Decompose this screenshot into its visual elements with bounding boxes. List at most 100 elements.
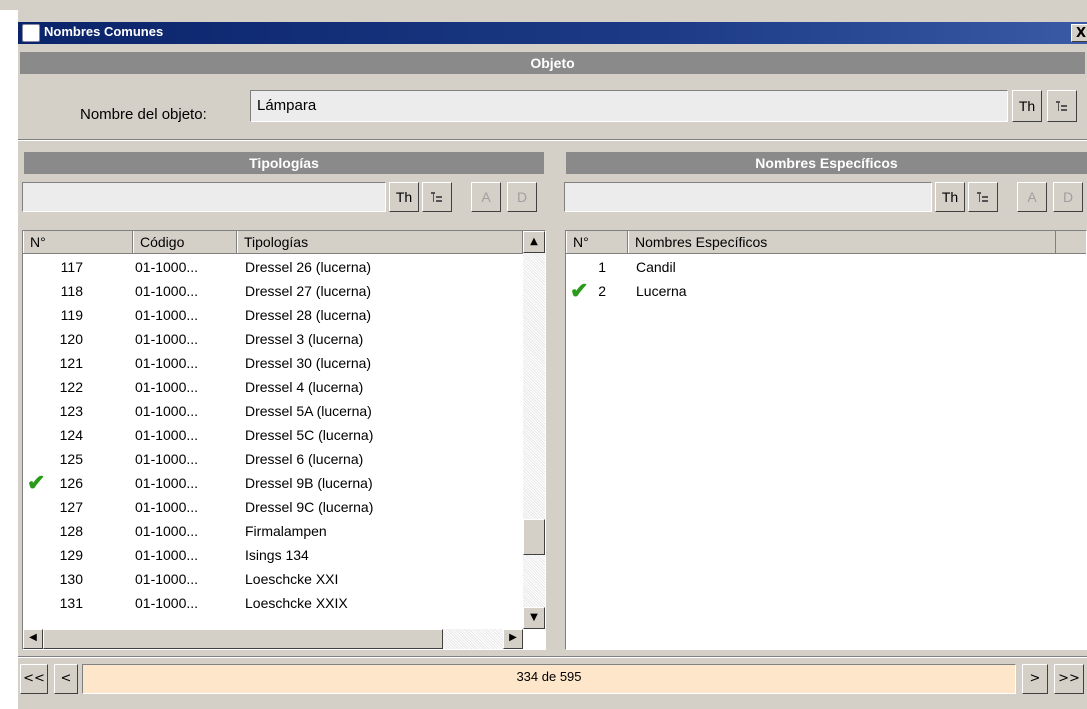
table-row[interactable]: 118 01-1000... Dressel 27 (lucerna) bbox=[23, 279, 523, 303]
especificos-add-button[interactable]: A bbox=[1017, 182, 1047, 212]
row-tipologia: Dressel 3 (lucerna) bbox=[245, 331, 364, 347]
row-tipologia: Dressel 26 (lucerna) bbox=[245, 259, 372, 275]
table-row[interactable]: 121 01-1000... Dressel 30 (lucerna) bbox=[23, 351, 523, 375]
row-tipologia: Dressel 28 (lucerna) bbox=[245, 307, 372, 323]
row-codigo: 01-1000... bbox=[135, 283, 199, 299]
object-th-button[interactable]: Th bbox=[1012, 90, 1042, 122]
row-tipologia: Dressel 4 (lucerna) bbox=[245, 379, 364, 395]
tipologias-vscroll[interactable]: ▲ ▼ bbox=[523, 231, 545, 629]
first-page-button[interactable]: << bbox=[20, 664, 48, 694]
scroll-up-arrow-icon[interactable]: ▲ bbox=[523, 231, 545, 253]
row-codigo: 01-1000... bbox=[135, 331, 199, 347]
tipologias-delete-button[interactable]: D bbox=[507, 182, 537, 212]
tipologias-hscroll[interactable]: ◀ ▶ bbox=[23, 629, 523, 649]
scroll-down-arrow-icon[interactable]: ▼ bbox=[523, 607, 545, 629]
table-row[interactable]: 117 01-1000... Dressel 26 (lucerna) bbox=[23, 255, 523, 279]
hscroll-thumb[interactable] bbox=[43, 629, 443, 649]
window-body: Objeto Nombre del objeto: Lámpara Th Tip… bbox=[18, 44, 1087, 709]
scroll-thumb[interactable] bbox=[523, 519, 545, 555]
table-row[interactable]: 123 01-1000... Dressel 5A (lucerna) bbox=[23, 399, 523, 423]
scroll-left-arrow-icon[interactable]: ◀ bbox=[23, 629, 43, 649]
table-row[interactable]: 127 01-1000... Dressel 9C (lucerna) bbox=[23, 495, 523, 519]
objeto-header: Objeto bbox=[20, 52, 1085, 74]
especificos-table-header: N° Nombres Específicos bbox=[566, 231, 1086, 254]
row-codigo: 01-1000... bbox=[135, 355, 199, 371]
table-row[interactable]: 129 01-1000... Isings 134 bbox=[23, 543, 523, 567]
col-number[interactable]: N° bbox=[23, 231, 133, 253]
object-name-label: Nombre del objeto: bbox=[80, 106, 207, 123]
row-number: 128 bbox=[59, 523, 83, 539]
table-row[interactable]: 120 01-1000... Dressel 3 (lucerna) bbox=[23, 327, 523, 351]
row-nombre: Lucerna bbox=[636, 283, 687, 299]
especificos-search-field[interactable] bbox=[564, 182, 932, 212]
especificos-th-button[interactable]: Th bbox=[935, 182, 965, 212]
row-tipologia: Loeschcke XXIX bbox=[245, 595, 348, 611]
window-title: Nombres Comunes bbox=[44, 24, 164, 39]
row-number: 124 bbox=[59, 427, 83, 443]
tipologias-table: N° Código Tipologías 117 01-1000... Dresse… bbox=[22, 230, 546, 650]
row-tipologia: Dressel 5A (lucerna) bbox=[245, 403, 372, 419]
tipologias-tree-button[interactable] bbox=[422, 182, 452, 212]
row-number: 1 bbox=[598, 259, 606, 275]
row-codigo: 01-1000... bbox=[135, 523, 199, 539]
table-row[interactable]: 125 01-1000... Dressel 6 (lucerna) bbox=[23, 447, 523, 471]
row-codigo: 01-1000... bbox=[135, 307, 199, 323]
row-number: 120 bbox=[59, 331, 83, 347]
tipologias-th-button[interactable]: Th bbox=[389, 182, 419, 212]
row-codigo: 01-1000... bbox=[135, 475, 199, 491]
hscroll-track bbox=[443, 629, 503, 649]
col-codigo[interactable]: Código bbox=[133, 231, 237, 253]
row-tipologia: Dressel 5C (lucerna) bbox=[245, 427, 374, 443]
row-number: 129 bbox=[59, 547, 83, 563]
object-name-field[interactable]: Lámpara bbox=[250, 90, 1008, 122]
row-codigo: 01-1000... bbox=[135, 259, 199, 275]
row-number: 126 bbox=[59, 475, 83, 491]
table-row[interactable]: 122 01-1000... Dressel 4 (lucerna) bbox=[23, 375, 523, 399]
table-row[interactable]: 119 01-1000... Dressel 28 (lucerna) bbox=[23, 303, 523, 327]
col-tipologias[interactable]: Tipologías bbox=[237, 231, 523, 253]
row-codigo: 01-1000... bbox=[135, 403, 199, 419]
table-row[interactable]: ✔ 126 01-1000... Dressel 9B (lucerna) bbox=[23, 471, 523, 495]
table-row[interactable]: 128 01-1000... Firmalampen bbox=[23, 519, 523, 543]
scroll-right-arrow-icon[interactable]: ▶ bbox=[503, 629, 523, 649]
window-edge bbox=[0, 10, 18, 709]
row-number: 130 bbox=[59, 571, 83, 587]
table-row[interactable]: 124 01-1000... Dressel 5C (lucerna) bbox=[23, 423, 523, 447]
especificos-table: N° Nombres Específicos 1 Candil ✔ 2 Lucerna bbox=[565, 230, 1087, 650]
especificos-tree-button[interactable] bbox=[968, 182, 998, 212]
table-row[interactable]: 130 01-1000... Loeschcke XXI bbox=[23, 567, 523, 591]
table-row[interactable]: 131 01-1000... Loeschcke XXIX bbox=[23, 591, 523, 615]
row-number: 2 bbox=[598, 283, 606, 299]
col-number[interactable]: N° bbox=[566, 231, 628, 253]
app-icon bbox=[22, 24, 40, 42]
title-bar: Nombres Comunes X bbox=[18, 22, 1087, 44]
tree-icon bbox=[1054, 99, 1070, 113]
row-number: 127 bbox=[59, 499, 83, 515]
record-status: 334 de 595 bbox=[82, 664, 1016, 694]
close-button[interactable]: X bbox=[1071, 24, 1087, 42]
row-codigo: 01-1000... bbox=[135, 499, 199, 515]
next-page-button[interactable]: > bbox=[1022, 664, 1048, 694]
row-number: 119 bbox=[60, 307, 83, 323]
row-number: 125 bbox=[59, 451, 83, 467]
especificos-delete-button[interactable]: D bbox=[1053, 182, 1083, 212]
prev-page-button[interactable]: < bbox=[54, 664, 78, 694]
object-tree-button[interactable] bbox=[1047, 90, 1077, 122]
row-tipologia: Isings 134 bbox=[245, 547, 309, 563]
row-codigo: 01-1000... bbox=[135, 379, 199, 395]
row-tipologia: Dressel 6 (lucerna) bbox=[245, 451, 364, 467]
row-codigo: 01-1000... bbox=[135, 571, 199, 587]
row-codigo: 01-1000... bbox=[135, 451, 199, 467]
tipologias-add-button[interactable]: A bbox=[471, 182, 501, 212]
especificos-header: Nombres Específicos bbox=[566, 152, 1087, 174]
tree-icon bbox=[975, 190, 991, 204]
tipologias-search-field[interactable] bbox=[22, 182, 386, 212]
row-codigo: 01-1000... bbox=[135, 427, 199, 443]
row-tipologia: Dressel 9C (lucerna) bbox=[245, 499, 374, 515]
row-tipologia: Dressel 30 (lucerna) bbox=[245, 355, 372, 371]
col-nombres-especificos[interactable]: Nombres Específicos bbox=[628, 231, 1056, 253]
last-page-button[interactable]: >> bbox=[1054, 664, 1084, 694]
table-row[interactable]: ✔ 2 Lucerna bbox=[566, 279, 1066, 303]
row-number: 117 bbox=[60, 259, 83, 275]
table-row[interactable]: 1 Candil bbox=[566, 255, 1066, 279]
